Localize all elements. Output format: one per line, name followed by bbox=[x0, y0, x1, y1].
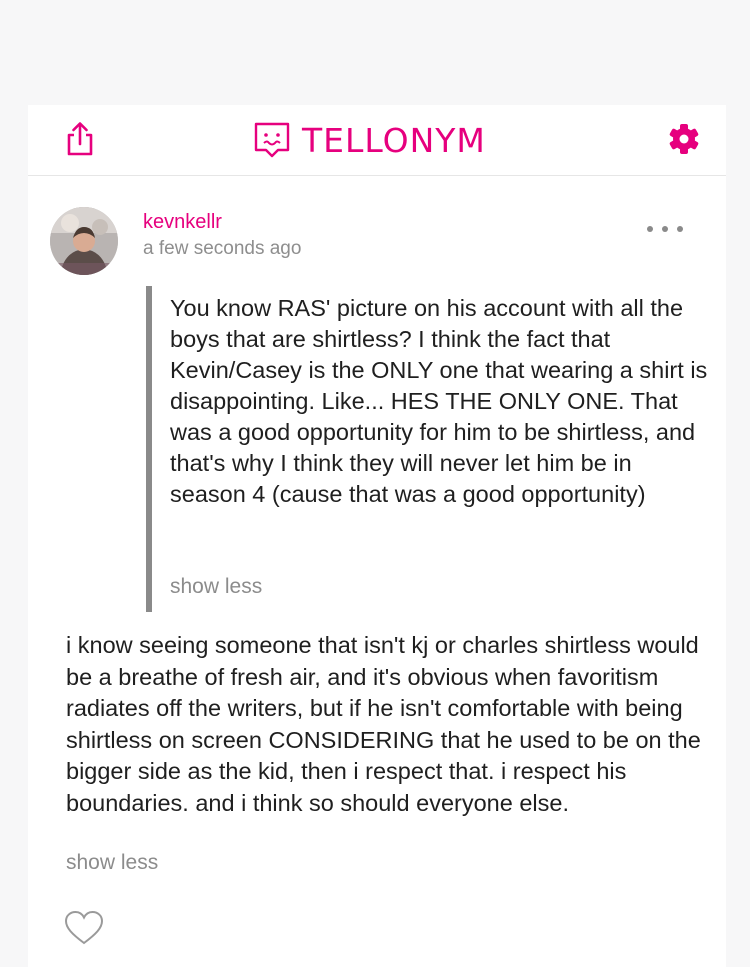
top-bar: TELLONYM bbox=[28, 105, 726, 176]
heart-icon bbox=[64, 910, 104, 945]
more-dots-icon bbox=[647, 226, 683, 232]
app-title: TELLONYM bbox=[302, 120, 486, 160]
question-text: You know RAS' picture on his account wit… bbox=[170, 295, 708, 507]
brand: TELLONYM bbox=[252, 117, 486, 163]
avatar[interactable] bbox=[50, 207, 118, 275]
post-card: TELLONYM kevnkellr a few seconds ago You… bbox=[28, 105, 726, 967]
settings-button[interactable] bbox=[664, 119, 704, 159]
answer-show-less-link[interactable]: show less bbox=[66, 851, 158, 875]
more-options-button[interactable] bbox=[640, 217, 690, 241]
gear-icon bbox=[669, 124, 699, 154]
share-button[interactable] bbox=[60, 119, 100, 159]
like-button[interactable] bbox=[64, 910, 104, 946]
username[interactable]: kevnkellr bbox=[143, 211, 222, 234]
answer-text: i know seeing someone that isn't kj or c… bbox=[66, 632, 701, 816]
question-show-less-link[interactable]: show less bbox=[170, 575, 262, 599]
tellonym-logo-icon bbox=[254, 122, 290, 158]
share-icon bbox=[67, 122, 93, 156]
timestamp: a few seconds ago bbox=[143, 238, 302, 259]
